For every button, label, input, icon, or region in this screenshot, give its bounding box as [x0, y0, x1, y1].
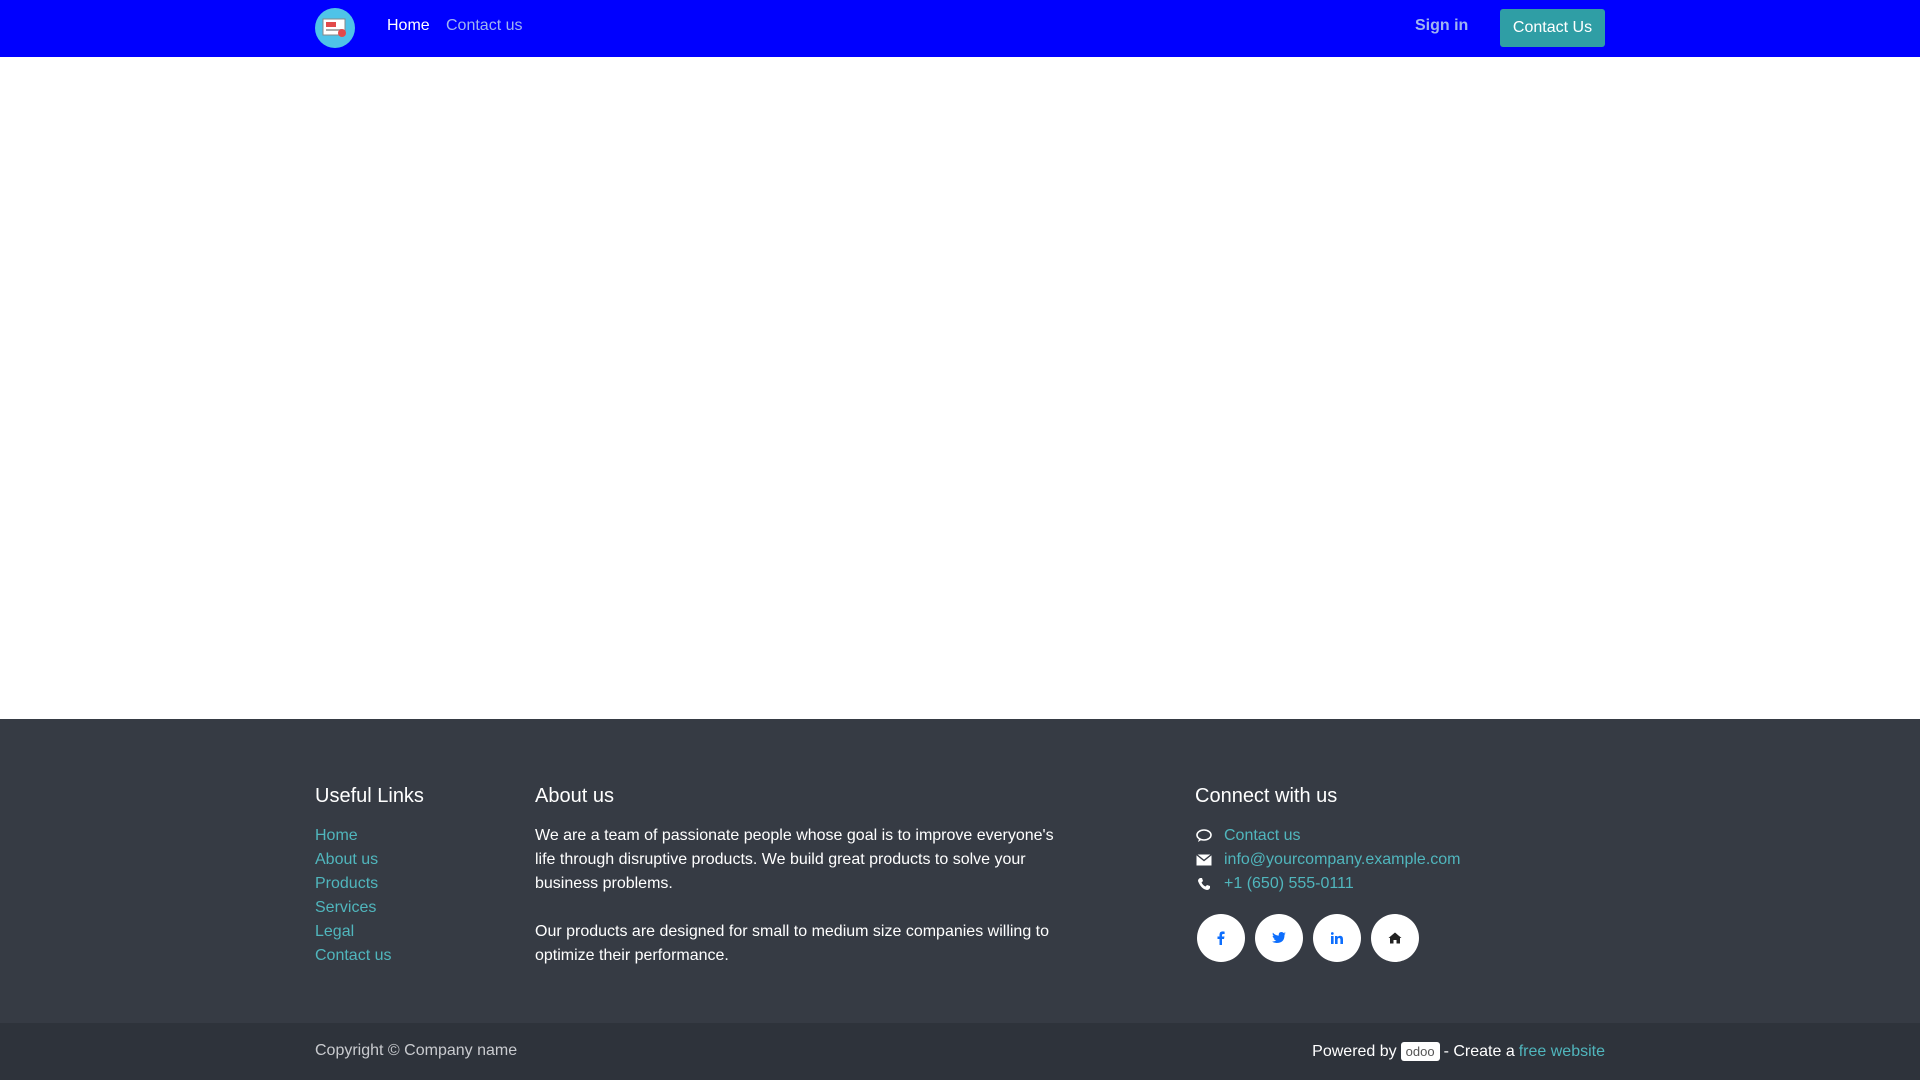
- footer-link-about[interactable]: About us: [315, 851, 378, 868]
- home-icon[interactable]: [1371, 914, 1419, 962]
- comment-icon: [1195, 824, 1213, 848]
- useful-links-list: Home About us Products Services Legal Co…: [315, 824, 391, 968]
- useful-links-title: Useful Links: [315, 785, 424, 807]
- about-us-title: About us: [535, 785, 614, 807]
- powered-by: Powered by odoo - Create a free website: [1312, 1042, 1605, 1061]
- free-website-link[interactable]: free website: [1519, 1043, 1605, 1061]
- about-paragraph-1: We are a team of passionate people whose…: [535, 827, 1054, 892]
- footer-link-contact[interactable]: Contact us: [315, 947, 391, 964]
- twitter-icon[interactable]: [1255, 914, 1303, 962]
- contact-us-link[interactable]: Contact us: [1224, 824, 1300, 848]
- logo-image-icon: [322, 18, 346, 37]
- footer-link-services[interactable]: Services: [315, 899, 376, 916]
- top-navbar: Home Contact us Sign in Contact Us: [0, 0, 1920, 57]
- copyright-text: Copyright © Company name: [315, 1042, 518, 1059]
- footer: Useful Links Home About us Products Serv…: [0, 719, 1920, 1023]
- envelope-icon: [1195, 848, 1213, 872]
- create-label: - Create a: [1443, 1042, 1515, 1060]
- phone-link[interactable]: +1 (650) 555-0111: [1224, 872, 1354, 896]
- footer-link-home[interactable]: Home: [315, 827, 358, 844]
- social-links: [1197, 914, 1419, 962]
- email-link[interactable]: info@yourcompany.example.com: [1224, 848, 1461, 872]
- footer-link-legal[interactable]: Legal: [315, 923, 354, 940]
- copyright-bar: Copyright © Company name Powered by odoo…: [0, 1023, 1920, 1080]
- linkedin-icon[interactable]: [1313, 914, 1361, 962]
- about-us-text: We are a team of passionate people whose…: [535, 824, 1065, 992]
- main-content: [0, 57, 1920, 719]
- odoo-logo[interactable]: odoo: [1400, 1042, 1440, 1061]
- nav-contact-link[interactable]: Contact us: [446, 17, 522, 35]
- sign-in-link[interactable]: Sign in: [1415, 17, 1468, 35]
- site-logo[interactable]: [315, 8, 355, 48]
- contact-list: Contact us info@yourcompany.example.com …: [1195, 824, 1461, 896]
- footer-link-products[interactable]: Products: [315, 875, 378, 892]
- powered-by-label: Powered by: [1312, 1042, 1397, 1060]
- facebook-icon[interactable]: [1197, 914, 1245, 962]
- phone-icon: [1195, 872, 1213, 896]
- about-paragraph-2: Our products are designed for small to m…: [535, 923, 1050, 964]
- connect-title: Connect with us: [1195, 785, 1338, 807]
- contact-us-button[interactable]: Contact Us: [1500, 9, 1605, 47]
- nav-home-link[interactable]: Home: [387, 17, 430, 35]
